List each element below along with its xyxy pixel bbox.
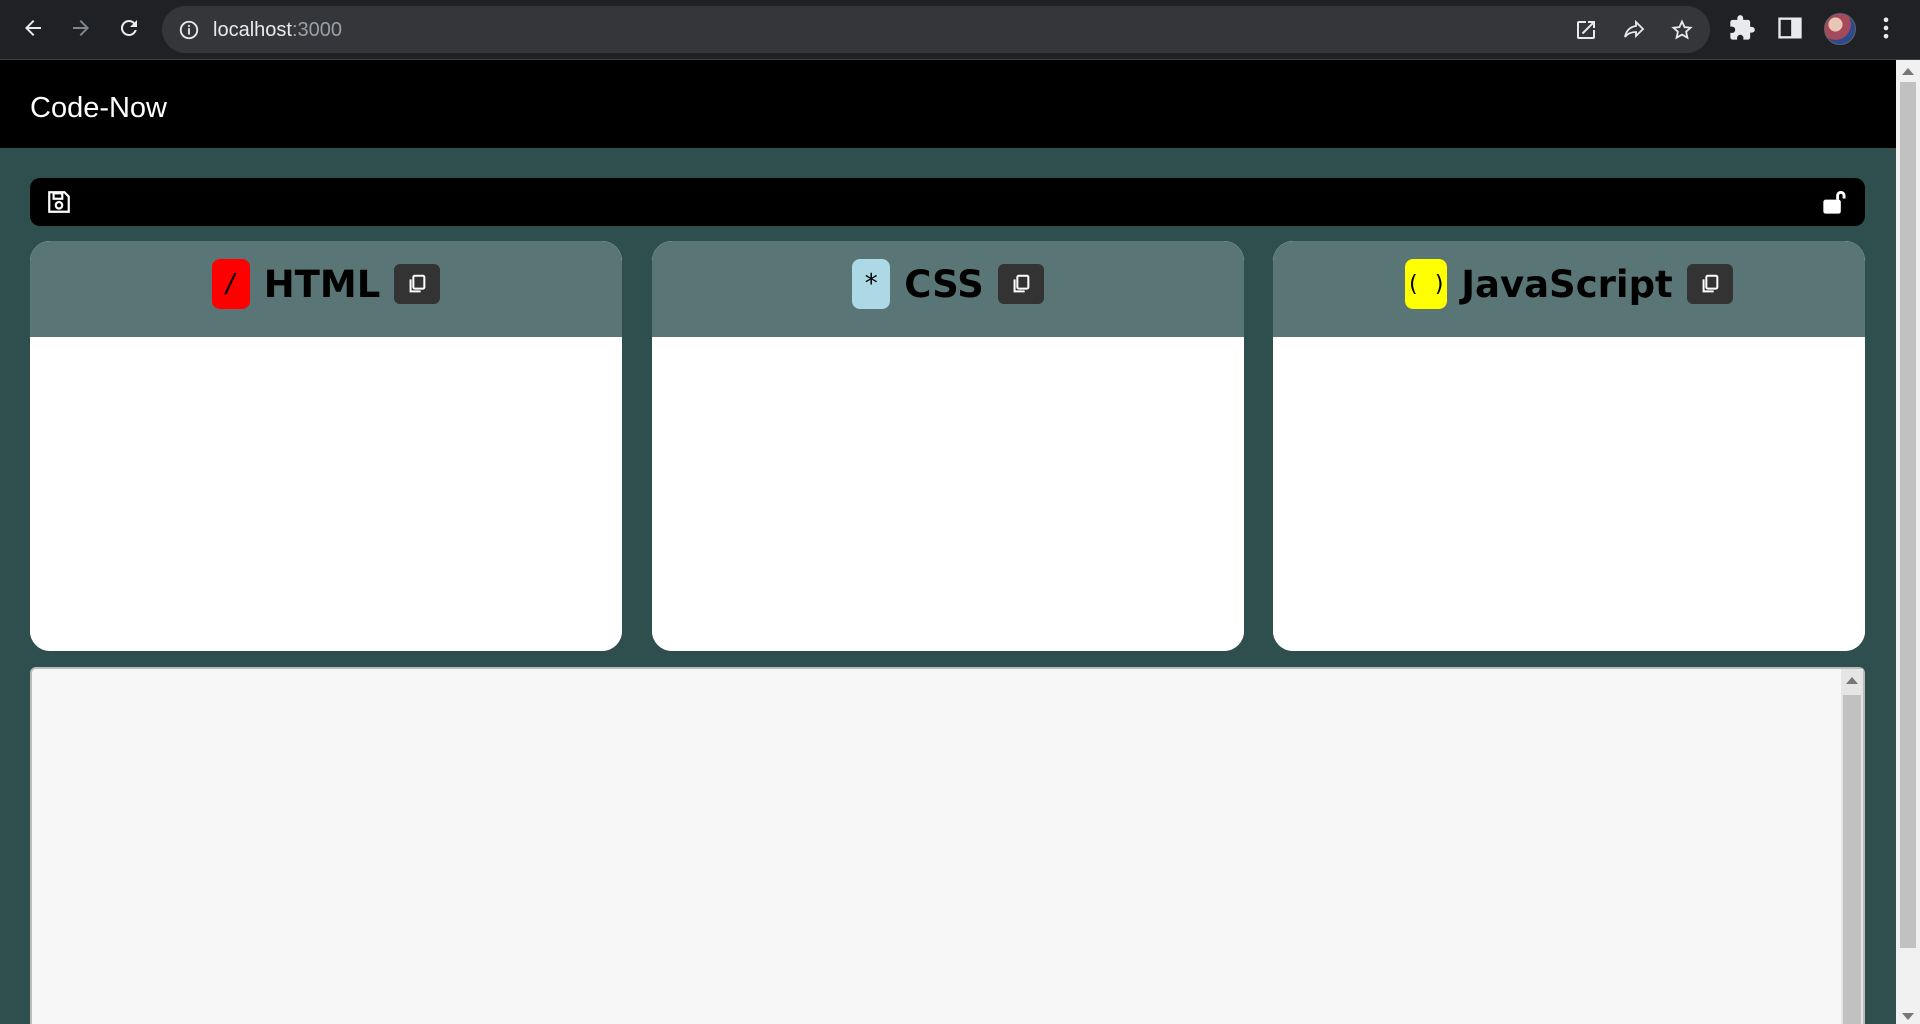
editor-toolbar bbox=[30, 178, 1865, 226]
save-icon[interactable] bbox=[46, 189, 72, 215]
url-host: localhost bbox=[213, 19, 292, 41]
reload-icon[interactable] bbox=[112, 11, 146, 45]
copy-button[interactable] bbox=[1686, 264, 1733, 304]
bookmark-star-icon[interactable] bbox=[1670, 18, 1694, 42]
scroll-up-arrow-icon[interactable] bbox=[1902, 68, 1914, 75]
copy-icon bbox=[1702, 274, 1719, 293]
scroll-down-arrow-icon[interactable] bbox=[1902, 1013, 1914, 1020]
editor-header: ( ) JavaScript bbox=[1273, 241, 1865, 337]
share-icon[interactable] bbox=[1622, 18, 1646, 42]
javascript-editor-panel: ( ) JavaScript bbox=[1273, 241, 1865, 651]
back-arrow-icon[interactable] bbox=[16, 11, 50, 45]
copy-button[interactable] bbox=[394, 264, 441, 304]
address-bar[interactable]: localhost:3000 bbox=[162, 6, 1710, 53]
html-editor-panel: / HTML bbox=[30, 241, 622, 651]
page-scrollbar[interactable] bbox=[1896, 60, 1920, 1024]
css-badge: * bbox=[852, 259, 891, 309]
copy-icon bbox=[409, 274, 426, 293]
scrollbar-thumb[interactable] bbox=[1900, 82, 1916, 948]
url-port: :3000 bbox=[291, 19, 342, 41]
extensions-puzzle-icon[interactable] bbox=[1728, 14, 1756, 42]
more-vert-icon[interactable] bbox=[1872, 14, 1900, 42]
code-textarea[interactable] bbox=[30, 337, 622, 651]
css-editor-panel: * CSS bbox=[652, 241, 1244, 651]
browser-toolbar: localhost:3000 bbox=[0, 0, 1920, 60]
output-scrollbar[interactable] bbox=[1841, 669, 1863, 1024]
url-text: localhost:3000 bbox=[213, 19, 342, 42]
app-title: Code-Now bbox=[30, 92, 167, 124]
site-info-icon[interactable] bbox=[178, 19, 200, 41]
scroll-up-arrow-icon[interactable] bbox=[1846, 677, 1858, 684]
unlock-icon[interactable] bbox=[1821, 188, 1849, 216]
editor-title: HTML bbox=[263, 262, 381, 306]
code-textarea[interactable] bbox=[1273, 337, 1865, 651]
profile-avatar[interactable] bbox=[1824, 13, 1856, 45]
forward-arrow-icon[interactable] bbox=[64, 11, 98, 45]
side-panel-icon[interactable] bbox=[1776, 14, 1804, 42]
app-header: Code-Now bbox=[0, 60, 1896, 148]
code-textarea[interactable] bbox=[652, 337, 1244, 651]
output-preview[interactable] bbox=[30, 667, 1865, 1024]
copy-button[interactable] bbox=[997, 264, 1044, 304]
editor-header: / HTML bbox=[30, 241, 622, 337]
javascript-badge: ( ) bbox=[1405, 259, 1448, 309]
copy-icon bbox=[1013, 274, 1030, 293]
open-in-new-icon[interactable] bbox=[1574, 18, 1598, 42]
editor-header: * CSS bbox=[652, 241, 1244, 337]
scrollbar-thumb[interactable] bbox=[1843, 695, 1861, 1024]
editor-title: JavaScript bbox=[1461, 262, 1673, 306]
editor-title: CSS bbox=[904, 262, 984, 306]
html-badge: / bbox=[211, 259, 250, 309]
